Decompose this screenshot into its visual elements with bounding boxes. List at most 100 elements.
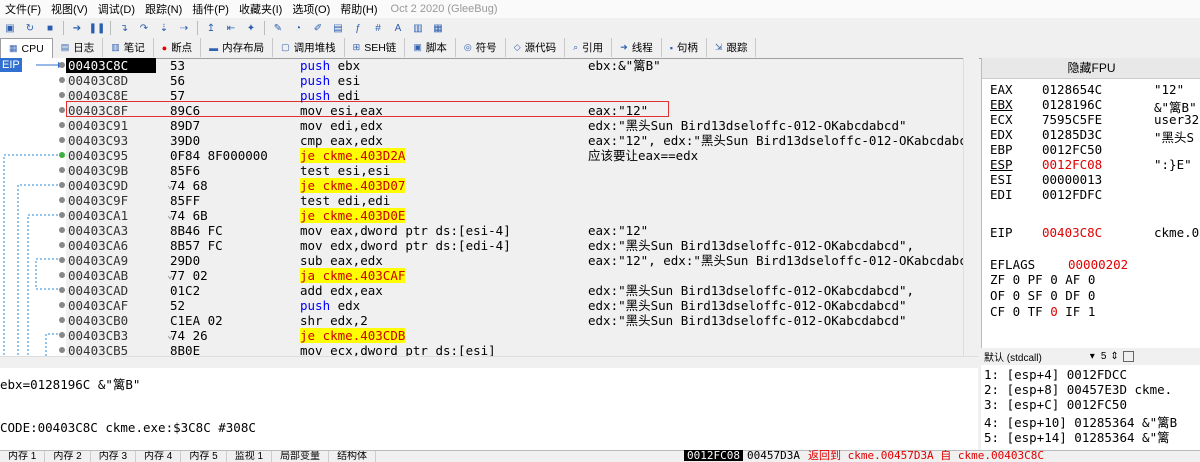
disassembly-vscrollbar[interactable]	[963, 58, 979, 356]
disasm-row[interactable]: 00403CA3 8B46 FC mov eax,dword ptr ds:[esi…	[0, 223, 970, 238]
trace-over-icon[interactable]: ⇢	[176, 20, 192, 36]
hash-icon[interactable]: #	[370, 20, 386, 36]
menu-item[interactable]: 文件(F)	[0, 1, 46, 17]
open-icon[interactable]: ▣	[2, 20, 18, 36]
breakpoint-dot[interactable]	[59, 302, 65, 308]
disasm-row[interactable]: 00403C8D 56 push esi	[0, 73, 970, 88]
bottom-tab[interactable]: 内存 5	[181, 451, 227, 462]
disasm-row[interactable]: ⌄ 00403CB3 74 26 je ckme.403CDB	[0, 328, 970, 343]
menu-item[interactable]: 调试(D)	[93, 1, 140, 17]
stack-arg[interactable]: 2: [esp+8] 00457E3D ckme.	[984, 382, 1172, 397]
run-to-user-code-icon[interactable]: ⇤	[223, 20, 239, 36]
tab-item[interactable]: ⊞ SEH链	[345, 38, 406, 57]
step-into-icon[interactable]: ↴	[116, 20, 132, 36]
bottom-tab[interactable]: 结构体	[329, 451, 377, 462]
tab-item[interactable]: ▢ 调用堆栈	[273, 38, 345, 57]
animate-icon[interactable]: ✦	[243, 20, 259, 36]
menu-item[interactable]: 选项(O)	[287, 1, 335, 17]
function-icon[interactable]: ƒ	[350, 20, 366, 36]
breakpoint-dot[interactable]	[59, 257, 65, 263]
disasm-row[interactable]: 00403C8C 53 push ebx ebx:&"篱B"	[0, 58, 970, 73]
calling-convention-select[interactable]: 默认 (stdcall)	[981, 349, 1042, 364]
tab-item[interactable]: ◇ 源代码	[506, 38, 566, 57]
disasm-row[interactable]: 00403CAF 52 push edx edx:"黑头Sun Bird13dselo…	[0, 298, 970, 313]
breakpoint-dot[interactable]	[59, 92, 65, 98]
execute-till-return-icon[interactable]: ↥	[203, 20, 219, 36]
tab-item[interactable]: ▬ 内存布局	[201, 38, 274, 57]
breakpoint-dot[interactable]	[59, 137, 65, 143]
breakpoint-dot[interactable]	[59, 287, 65, 293]
stack-arg[interactable]: 1: [esp+4] 0012FDCC	[984, 367, 1127, 382]
arg-count-spinner[interactable]: 5	[1101, 351, 1107, 362]
bottom-tab[interactable]: 内存 3	[91, 451, 137, 462]
disasm-row[interactable]: ⌄ 00403CAB 77 02 ja ckme.403CAF	[0, 268, 970, 283]
breakpoint-dot[interactable]	[59, 332, 65, 338]
disassembly-hscrollbar[interactable]	[0, 356, 978, 368]
trace-into-icon[interactable]: ⇣	[156, 20, 172, 36]
breakpoint-dot[interactable]	[59, 182, 65, 188]
disasm-row[interactable]: 00403C91 89D7 mov edi,edx edx:"黑头Sun Bird13…	[0, 118, 970, 133]
tab-item[interactable]: ▥ 笔记	[103, 38, 154, 57]
font-icon[interactable]: A	[390, 20, 406, 36]
breakpoint-dot[interactable]	[59, 152, 65, 158]
disassembly-view[interactable]: 00403C8C 53 push ebx ebx:&"篱B" 00403C8D 56 pus…	[0, 58, 978, 356]
bottom-tab[interactable]: 内存 1	[0, 451, 46, 462]
comment-icon[interactable]: ✐	[310, 20, 326, 36]
breakpoint-dot[interactable]	[59, 347, 65, 353]
disasm-row[interactable]: 00403C93 39D0 cmp eax,edx eax:"12", edx:"黑头…	[0, 133, 970, 148]
stop-icon[interactable]: ■	[42, 20, 58, 36]
lock-checkbox[interactable]	[1122, 351, 1134, 362]
breakpoint-dot[interactable]	[59, 227, 65, 233]
breakpoint-dot[interactable]	[59, 62, 65, 68]
disasm-row[interactable]: 00403CAD 01C2 add edx,eax edx:"黑头Sun Bird13…	[0, 283, 970, 298]
disasm-row[interactable]: ⌄ 00403CA1 74 6B je ckme.403D0E	[0, 208, 970, 223]
tab-item[interactable]: ⌕ 引用	[565, 38, 613, 57]
pause-icon[interactable]: ❚❚	[89, 20, 106, 36]
chevron-down-icon[interactable]: ▾	[1090, 351, 1095, 362]
disasm-row[interactable]: 00403CA9 29D0 sub eax,edx eax:"12", edx:"黑头…	[0, 253, 970, 268]
bottom-tab[interactable]: 监视 1	[227, 451, 273, 462]
breakpoint-dot[interactable]	[59, 77, 65, 83]
restart-icon[interactable]: ↻	[22, 20, 38, 36]
breakpoint-dot[interactable]	[59, 197, 65, 203]
disasm-row[interactable]: 00403C95 0F84 8F000000 je ckme.403D2A 应该要让e…	[0, 148, 970, 163]
menu-item[interactable]: 视图(V)	[46, 1, 93, 17]
stack-arg[interactable]: 3: [esp+C] 0012FC50	[984, 397, 1127, 412]
tab-item[interactable]: ➜ 线程	[612, 38, 662, 57]
disasm-row[interactable]: 00403C9B 85F6 test esi,esi	[0, 163, 970, 178]
menu-item[interactable]: 跟踪(N)	[140, 1, 187, 17]
tab-item[interactable]: ▦ CPU	[0, 38, 53, 58]
menu-item[interactable]: 帮助(H)	[335, 1, 382, 17]
breakpoint-dot[interactable]	[59, 317, 65, 323]
breakpoint-dot[interactable]	[59, 122, 65, 128]
menu-item[interactable]: 插件(P)	[187, 1, 234, 17]
menu-item[interactable]: 收藏夹(I)	[234, 1, 287, 17]
bottom-tab[interactable]: 局部变量	[272, 451, 330, 462]
tab-item[interactable]: ⇲ 跟踪	[707, 38, 757, 57]
disasm-row[interactable]: ⌄ 00403C9D 74 68 je ckme.403D07	[0, 178, 970, 193]
clipboard-icon[interactable]: ▥	[410, 20, 426, 36]
stack-arg[interactable]: 5: [esp+14] 01285364 &"篱	[984, 427, 1170, 446]
run-icon[interactable]: ➔	[69, 20, 85, 36]
tab-item[interactable]: ▤ 日志	[53, 38, 104, 57]
tab-item[interactable]: ◎ 符号	[456, 38, 506, 57]
breakpoint-dot[interactable]	[59, 242, 65, 248]
label-icon[interactable]: ▤	[330, 20, 346, 36]
breakpoint-dot[interactable]	[59, 107, 65, 113]
disasm-row[interactable]: 00403C9F 85FF test edi,edi	[0, 193, 970, 208]
disasm-row[interactable]: 00403CB5 8B0E mov ecx,dword ptr ds:[esi]	[0, 343, 970, 356]
pen-icon[interactable]: ✎	[270, 20, 286, 36]
disasm-row[interactable]: 00403CB0 C1EA 02 shr edx,2 edx:"黑头Sun Bird1…	[0, 313, 970, 328]
step-over-icon[interactable]: ↷	[136, 20, 152, 36]
disasm-row[interactable]: 00403CA6 8B57 FC mov edx,dword ptr ds:[edi…	[0, 238, 970, 253]
breakpoint-dot[interactable]	[59, 272, 65, 278]
patch-icon[interactable]: ◔	[290, 20, 306, 36]
calculator-icon[interactable]: ▦	[430, 20, 446, 36]
tab-item[interactable]: ▣ 脚本	[405, 38, 456, 57]
spinner-arrows-icon[interactable]: ⇕	[1110, 351, 1118, 362]
disasm-row[interactable]: 00403C8E 57 push edi	[0, 88, 970, 103]
hide-fpu-button[interactable]: 隐藏FPU	[982, 58, 1200, 79]
breakpoint-dot[interactable]	[59, 167, 65, 173]
tab-item[interactable]: ▪ 句柄	[662, 38, 707, 57]
bottom-tab[interactable]: 内存 2	[45, 451, 91, 462]
